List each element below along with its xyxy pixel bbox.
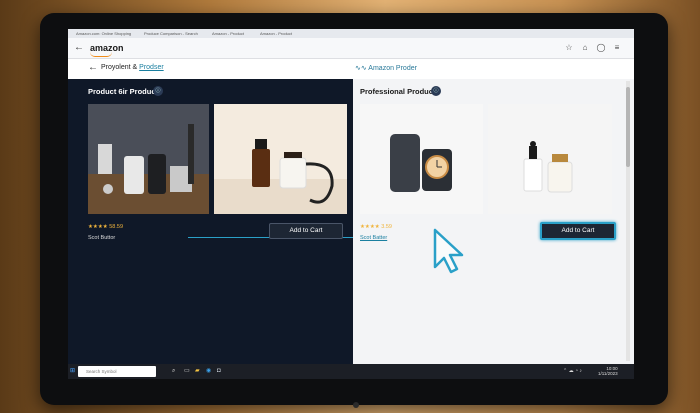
right-add-to-cart-button[interactable]: Add to Cart: [540, 222, 616, 240]
right-subtext[interactable]: Scot Batter: [360, 235, 387, 241]
taskbar: ⊞ Search Symbol ⌕ ▭ ▰ ◉ ◘ ⌃ ☁ ◔ ♪ 10:00 1…: [68, 364, 634, 379]
taskbar-search-input[interactable]: Search Symbol: [78, 366, 156, 377]
right-product-title: Professional Product: [360, 87, 436, 96]
edge-icon[interactable]: ◉: [206, 367, 211, 376]
desk-devices-image: [88, 104, 209, 214]
tray-icons[interactable]: ⌃ ☁ ◔ ♪: [563, 367, 582, 376]
left-product-pane: Product 6ir Product ⓘ ★★★★ 58.59 Scot Bu…: [68, 79, 353, 364]
breadcrumb-separator: &: [132, 64, 138, 71]
wave-icon: ∿∿: [355, 65, 367, 72]
star-icon[interactable]: ☆: [564, 43, 574, 53]
product-photo-3[interactable]: [360, 104, 483, 214]
scrollbar-thumb[interactable]: [626, 87, 630, 167]
account-icon[interactable]: ◯: [596, 43, 606, 53]
bell-icon[interactable]: ⌂: [580, 43, 590, 53]
bottles-image: [214, 104, 347, 214]
product-photo-4[interactable]: [488, 104, 612, 214]
right-header-text: Amazon Proder: [368, 65, 417, 72]
breadcrumb-link[interactable]: Prodser: [139, 64, 164, 71]
product-photo-2[interactable]: [214, 104, 347, 214]
product-photo-1[interactable]: [88, 104, 209, 214]
comparison-header: ← Proyolent & Prodser ∿∿ Amazon Proder: [68, 59, 634, 80]
info-icon[interactable]: ⓘ: [153, 86, 163, 96]
tab-2[interactable]: Produce Comparison - Search: [140, 30, 202, 38]
tab-1[interactable]: Amazon.com: Online Shopping: [72, 30, 135, 38]
left-add-to-cart-button[interactable]: Add to Cart: [269, 223, 343, 239]
clock[interactable]: 10:00 1/11/2023: [598, 366, 618, 376]
right-header: ∿∿ Amazon Proder: [355, 64, 417, 72]
clock-date: 1/11/2023: [598, 370, 618, 376]
monitor-logo: [353, 402, 359, 408]
task-view-icon[interactable]: ▭: [184, 367, 190, 376]
skincare-bottles-image: [488, 104, 612, 214]
tab-4[interactable]: Amazon - Product: [256, 30, 296, 38]
info-icon[interactable]: ⓘ: [431, 86, 441, 96]
app-icon[interactable]: ◘: [217, 367, 221, 376]
search-icon[interactable]: ⌕: [172, 367, 175, 376]
right-product-pane: Professional Product ⓘ ★★★★ 3.59 Scot Ba…: [353, 79, 634, 364]
tab-3[interactable]: Amazon - Product: [208, 30, 248, 38]
breadcrumb-text: Proyolent: [101, 64, 131, 71]
left-subtext: Scot Buttor: [88, 235, 116, 241]
browser-toolbar: ← amazon ☆ ⌂ ◯ ≡: [68, 38, 634, 59]
screen: Amazon.com: Online Shopping Produce Comp…: [68, 29, 634, 379]
right-rating: ★★★★ 3.59: [360, 224, 392, 230]
folder-icon[interactable]: ▰: [195, 367, 200, 376]
amazon-logo[interactable]: amazon: [90, 43, 124, 57]
speaker-clock-image: [360, 104, 483, 214]
left-product-title: Product 6ir Product: [88, 87, 159, 96]
back-arrow-icon[interactable]: ←: [74, 42, 84, 53]
windows-start-icon[interactable]: ⊞: [70, 367, 75, 376]
left-rating: ★★★★ 58.59: [88, 224, 124, 230]
scrollbar[interactable]: [626, 81, 630, 361]
menu-icon[interactable]: ≡: [612, 43, 622, 53]
back-arrow-icon[interactable]: ←: [88, 62, 98, 73]
breadcrumb: Proyolent & Prodser: [101, 64, 164, 71]
cursor-arrow-icon: [433, 228, 464, 274]
